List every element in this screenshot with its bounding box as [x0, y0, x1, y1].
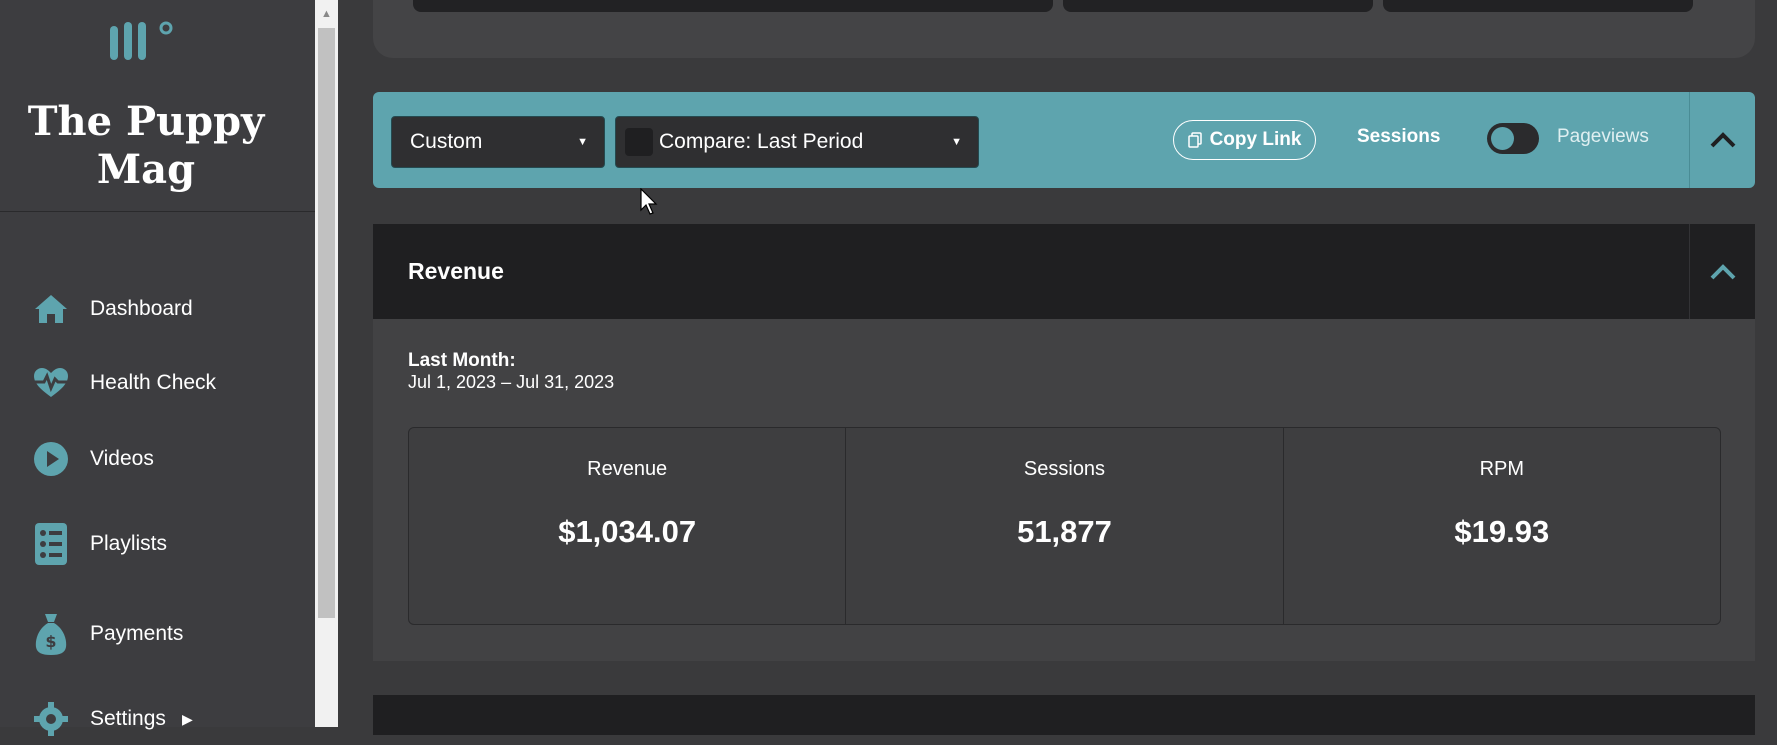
- next-panel-header: [373, 695, 1755, 735]
- period-label: Last Month:: [408, 350, 516, 371]
- card-segment: [1063, 0, 1373, 12]
- stat-card-rpm: RPM $19.93: [1284, 428, 1720, 624]
- stat-value: $19.93: [1454, 514, 1550, 549]
- toggle-left-label: Sessions: [1357, 126, 1441, 147]
- brand-logo-icon[interactable]: [108, 18, 184, 68]
- summary-card: [373, 0, 1755, 58]
- copy-link-label: Copy Link: [1209, 129, 1302, 150]
- sessions-pageviews-toggle[interactable]: [1487, 123, 1539, 154]
- caret-right-icon: ▶: [182, 710, 193, 727]
- chevron-up-icon: [1710, 263, 1735, 279]
- collapse-toolbar-button[interactable]: [1690, 92, 1755, 188]
- date-range-select[interactable]: Custom ▼: [391, 116, 605, 168]
- gear-icon: [32, 700, 70, 738]
- brand-name: The Puppy Mag: [27, 98, 265, 193]
- sidebar-item-dashboard[interactable]: Dashboard: [0, 283, 315, 335]
- card-segment: [1383, 0, 1693, 12]
- mouse-cursor-icon: [640, 188, 658, 215]
- filter-toolbar: Custom ▼ Compare: Last Period ▼ Copy Lin…: [373, 92, 1755, 188]
- revenue-panel-header: Revenue: [373, 224, 1755, 319]
- svg-text:$: $: [45, 632, 56, 651]
- chevron-down-icon: ▼: [951, 136, 962, 148]
- date-range-value: Custom: [410, 130, 483, 153]
- stat-card-revenue: Revenue $1,034.07: [409, 428, 847, 624]
- sidebar-item-label: Settings: [90, 707, 166, 730]
- sidebar-item-videos[interactable]: Videos: [0, 433, 315, 485]
- sidebar-item-playlists[interactable]: Playlists: [0, 518, 315, 570]
- heartbeat-icon: [32, 364, 70, 402]
- play-circle-icon: [32, 440, 70, 478]
- home-icon: [32, 290, 70, 328]
- stat-card-sessions: Sessions 51,877: [846, 428, 1284, 624]
- period-range: Jul 1, 2023 – Jul 31, 2023: [408, 372, 615, 392]
- toggle-knob: [1491, 127, 1514, 150]
- stats-grid: Revenue $1,034.07 Sessions 51,877 RPM $1…: [408, 427, 1721, 625]
- collapse-revenue-button[interactable]: [1690, 224, 1755, 319]
- copy-link-button[interactable]: Copy Link: [1173, 120, 1316, 160]
- revenue-panel-body: Last Month: Jul 1, 2023 – Jul 31, 2023 R…: [373, 319, 1755, 661]
- stat-label: Sessions: [1023, 458, 1106, 480]
- copy-icon: [1187, 132, 1202, 148]
- money-bag-icon: $: [32, 614, 70, 655]
- sidebar-scrollbar[interactable]: ▲: [315, 0, 338, 727]
- chevron-up-icon: [1710, 132, 1735, 148]
- sidebar-item-label: Payments: [90, 622, 184, 645]
- divider: [0, 211, 315, 212]
- color-swatch: [625, 128, 653, 156]
- sidebar-item-label: Dashboard: [90, 297, 193, 320]
- scroll-thumb[interactable]: [318, 28, 335, 618]
- panel-title: Revenue: [408, 258, 504, 284]
- sidebar-item-label: Playlists: [90, 532, 168, 555]
- sidebar-item-settings[interactable]: Settings ▶: [0, 693, 315, 745]
- toggle-right-label: Pageviews: [1557, 126, 1649, 147]
- sidebar-item-payments[interactable]: $ Payments: [0, 608, 315, 660]
- sidebar-item-health-check[interactable]: Health Check: [0, 357, 315, 409]
- chevron-down-icon: ▼: [577, 136, 588, 148]
- compare-select[interactable]: Compare: Last Period ▼: [615, 116, 979, 168]
- card-segment: [413, 0, 1053, 12]
- sidebar: The Puppy Mag Dashboard Health Check Vid…: [0, 0, 316, 736]
- sidebar-item-label: Health Check: [90, 371, 217, 394]
- main-content: Custom ▼ Compare: Last Period ▼ Copy Lin…: [338, 0, 1777, 735]
- scroll-up-icon[interactable]: ▲: [315, 0, 338, 28]
- stat-value: $1,034.07: [558, 514, 697, 549]
- stat-value: 51,877: [1017, 514, 1112, 549]
- stat-label: RPM: [1479, 458, 1525, 480]
- stat-label: Revenue: [587, 458, 668, 480]
- sidebar-item-label: Videos: [90, 447, 154, 470]
- list-icon: [32, 523, 70, 565]
- compare-value: Compare: Last Period: [659, 130, 864, 153]
